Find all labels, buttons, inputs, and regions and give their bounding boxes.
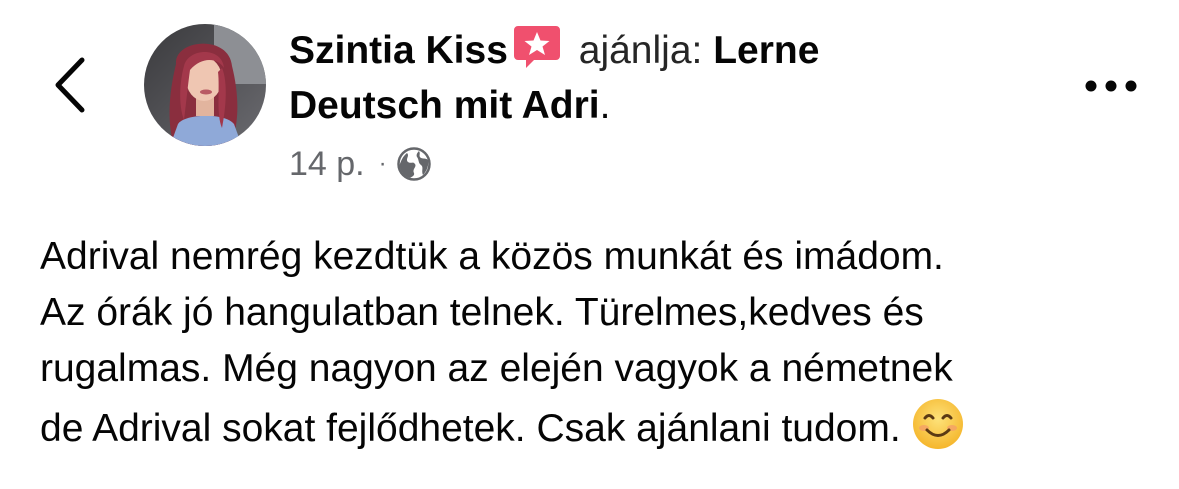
post-meta: 14 p. · (289, 140, 431, 188)
smiling-face-emoji-icon (911, 397, 965, 451)
more-horizontal-icon (1085, 80, 1137, 92)
post-line-text: de Adrival sokat fejlődhetek. Csak ajánl… (40, 407, 901, 450)
page-name-line1[interactable]: Lerne (713, 29, 819, 72)
post-line: Az órák jó hangulatban telnek. Türelmes,… (40, 291, 924, 334)
trailing-period: . (599, 84, 611, 127)
recommends-label: ajánlja: (578, 29, 703, 72)
more-options-button[interactable] (1079, 68, 1143, 104)
page-name-line2[interactable]: Deutsch mit Adri (289, 84, 600, 127)
globe-icon (396, 147, 431, 181)
post-line-last: de Adrival sokat fejlődhetek. Csak ajánl… (40, 397, 1150, 457)
author-name[interactable]: Szintia Kiss (289, 29, 508, 72)
post-time[interactable]: 14 p. (289, 145, 365, 184)
post-body: Adrival nemrég kezdtük a közös munkát és… (40, 229, 1150, 457)
avatar-image (144, 24, 266, 146)
post-header: Szintia Kiss ajánlja: Lerne Deutsch mit … (289, 22, 1029, 133)
avatar[interactable] (144, 24, 266, 146)
post-line: rugalmas. Még nagyon az elején vagyok a … (40, 347, 953, 390)
back-button[interactable] (44, 50, 100, 120)
post-line: Adrival nemrég kezdtük a közös munkát és… (40, 235, 944, 278)
chevron-left-icon (55, 57, 85, 113)
meta-separator: · (378, 150, 387, 177)
star-badge-icon (512, 22, 562, 70)
